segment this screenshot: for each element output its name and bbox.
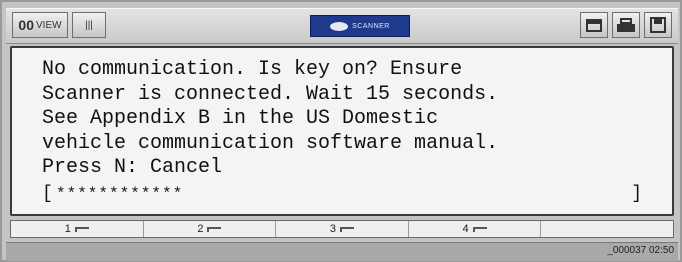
function-key-number: 2 <box>197 223 204 235</box>
progress-right-bracket: ] <box>631 184 642 204</box>
menu-button[interactable]: ||| <box>72 12 106 38</box>
function-key-2[interactable]: 2 <box>144 221 277 237</box>
view-button[interactable]: 00 VIEW <box>12 12 68 38</box>
toolbar: 00 VIEW ||| SCANNER <box>6 8 678 44</box>
status-bar: _000037 02:50 <box>6 242 678 261</box>
message-line: See Appendix B in the US Domestic <box>42 107 439 130</box>
save-button[interactable] <box>644 12 672 38</box>
menu-icon: ||| <box>85 19 93 31</box>
function-key-number: 4 <box>462 223 469 235</box>
progress-indicator: [ ************ ] <box>42 184 642 206</box>
scanner-window: 00 VIEW ||| SCANNER No communication. Is… <box>0 0 682 262</box>
print-button[interactable] <box>612 12 640 38</box>
function-key-bar: 1 2 3 4 <box>10 220 674 238</box>
message-line: Scanner is connected. Wait 15 seconds. <box>42 82 499 106</box>
brand-text: SCANNER <box>352 22 390 30</box>
print-icon <box>617 18 635 32</box>
status-time: _000037 02:50 <box>607 245 674 256</box>
function-key-1[interactable]: 1 <box>11 221 144 237</box>
function-key-4[interactable]: 4 <box>409 221 542 237</box>
function-key-5[interactable] <box>541 221 673 237</box>
progress-fill: ************ <box>56 185 184 203</box>
message-line: No communication. Is key on? Ensure <box>42 58 463 81</box>
message-screen: No communication. Is key on? Ensure Scan… <box>10 46 674 216</box>
tab-icon <box>207 226 222 232</box>
message-text: No communication. Is key on? Ensure Scan… <box>42 58 498 181</box>
window-icon <box>586 18 602 32</box>
scanner-logo: SCANNER <box>310 15 410 37</box>
view-icon: 00 <box>18 17 34 33</box>
tab-icon <box>340 226 355 232</box>
brand-mark-icon <box>330 21 349 31</box>
function-key-number: 3 <box>329 223 337 235</box>
tab-icon <box>472 226 487 232</box>
save-icon <box>650 17 666 33</box>
tab-icon <box>74 226 89 232</box>
window-button[interactable] <box>580 12 608 38</box>
progress-left-bracket: [ <box>42 184 53 204</box>
function-key-3[interactable]: 3 <box>276 221 409 237</box>
view-label: VIEW <box>36 19 62 31</box>
function-key-number: 1 <box>64 223 71 235</box>
message-line: vehicle communication software manual. <box>42 131 499 155</box>
message-line: Press N: Cancel <box>42 156 223 179</box>
